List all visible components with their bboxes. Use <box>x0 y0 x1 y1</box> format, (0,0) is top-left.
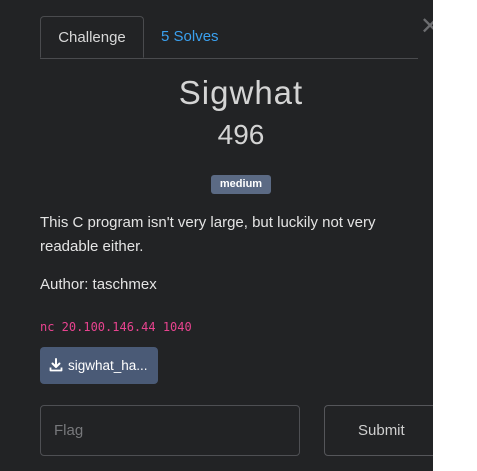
close-icon[interactable]: ✕ <box>420 14 433 40</box>
challenge-points: 496 <box>217 119 265 150</box>
tab-solves[interactable]: 5 Solves <box>161 16 219 58</box>
challenge-description: This C program isn't very large, but luc… <box>40 214 376 255</box>
connection-command: nc 20.100.146.44 1040 <box>40 320 192 334</box>
submit-button[interactable]: Submit <box>324 405 433 456</box>
challenge-title: Sigwhat <box>178 74 304 111</box>
challenge-tabs: Challenge 5 Solves <box>40 16 418 59</box>
challenge-modal: ✕ Challenge 5 Solves Sigwhat 496 medium … <box>0 0 433 471</box>
file-download-button[interactable]: sigwhat_ha... <box>40 347 158 384</box>
tab-challenge[interactable]: Challenge <box>40 16 144 58</box>
download-icon <box>49 358 63 372</box>
difficulty-badge: medium <box>211 175 271 194</box>
challenge-author: Author: taschmex <box>40 276 157 293</box>
file-name-label: sigwhat_ha... <box>68 358 148 373</box>
flag-input[interactable] <box>40 405 300 456</box>
